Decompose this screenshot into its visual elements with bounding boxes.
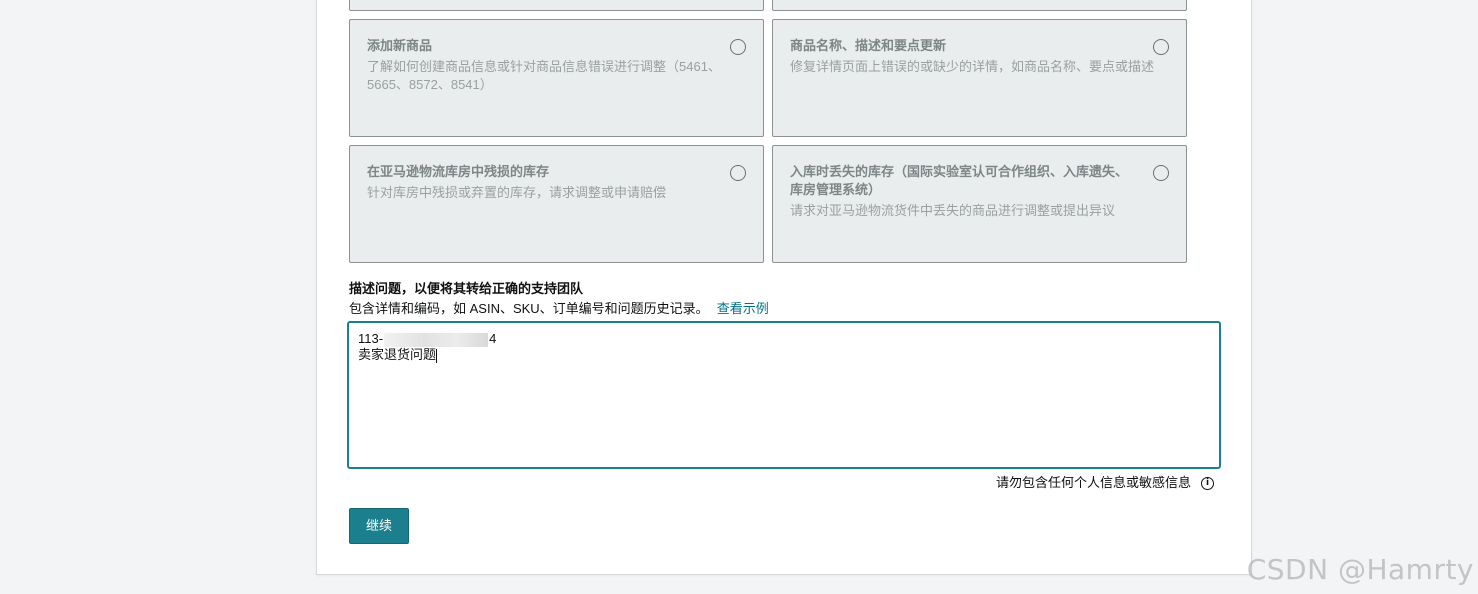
describe-issue-heading: 描述问题，以便将其转给正确的支持团队	[349, 281, 584, 296]
describe-issue-hint: 包含详情和编码，如 ASIN、SKU、订单编号和问题历史记录。 查看示例	[349, 300, 769, 318]
option-card-stub-left[interactable]	[349, 0, 764, 11]
textarea-line-2: 卖家退货问题	[358, 347, 1210, 363]
option-card-description: 了解如何创建商品信息或针对商品信息错误进行调整（5461、5665、8572、8…	[367, 59, 721, 92]
issue-text: 卖家退货问题	[358, 347, 437, 362]
text-caret	[436, 348, 438, 363]
option-card-description: 针对库房中残损或弃置的库存，请求调整或申请赔偿	[367, 185, 667, 200]
radio-button[interactable]	[1153, 39, 1169, 55]
option-card-description: 修复详情页面上错误的或缺少的详情，如商品名称、要点或描述	[790, 59, 1155, 74]
option-card-title: 商品名称、描述和要点更新	[790, 38, 947, 53]
option-card-title: 在亚马逊物流库房中残损的库存	[367, 164, 550, 179]
radio-button[interactable]	[730, 39, 746, 55]
option-card-description: 请求对亚马逊物流货件中丢失的商品进行调整或提出异议	[790, 203, 1116, 218]
privacy-warning: 请勿包含任何个人信息或敏感信息 i	[996, 474, 1214, 492]
view-example-link[interactable]: 查看示例	[717, 301, 769, 316]
info-icon[interactable]: i	[1201, 476, 1214, 490]
option-card-title: 添加新商品	[367, 38, 433, 53]
textarea-line-1: 113- 4	[358, 331, 1210, 347]
watermark: CSDN @Hamrty	[1246, 553, 1474, 586]
option-card-stub-right[interactable]	[772, 0, 1187, 11]
option-card-add-new-product[interactable]: 添加新商品 了解如何创建商品信息或针对商品信息错误进行调整（5461、5665、…	[349, 19, 764, 137]
option-card-damaged-inventory[interactable]: 在亚马逊物流库房中残损的库存 针对库房中残损或弃置的库存，请求调整或申请赔偿	[349, 145, 764, 263]
option-card-listing-update[interactable]: 商品名称、描述和要点更新 修复详情页面上错误的或缺少的详情，如商品名称、要点或描…	[772, 19, 1187, 137]
describe-issue-hint-text: 包含详情和编码，如 ASIN、SKU、订单编号和问题历史记录。	[349, 301, 709, 316]
privacy-warning-text: 请勿包含任何个人信息或敏感信息	[995, 475, 1191, 490]
radio-button[interactable]	[730, 165, 746, 181]
redacted-order-number	[384, 332, 489, 347]
option-card-title: 入库时丢失的库存（国际实验室认可合作组织、入库遗失、库房管理系统）	[790, 164, 1129, 197]
radio-button[interactable]	[1153, 165, 1169, 181]
option-card-lost-inbound-inventory[interactable]: 入库时丢失的库存（国际实验室认可合作组织、入库遗失、库房管理系统） 请求对亚马逊…	[772, 145, 1187, 263]
order-number-suffix: 4	[489, 331, 497, 346]
continue-button[interactable]: 继续	[349, 508, 409, 544]
order-number-prefix: 113-	[358, 331, 384, 346]
issue-description-textarea[interactable]: 113- 4 卖家退货问题	[347, 321, 1221, 469]
